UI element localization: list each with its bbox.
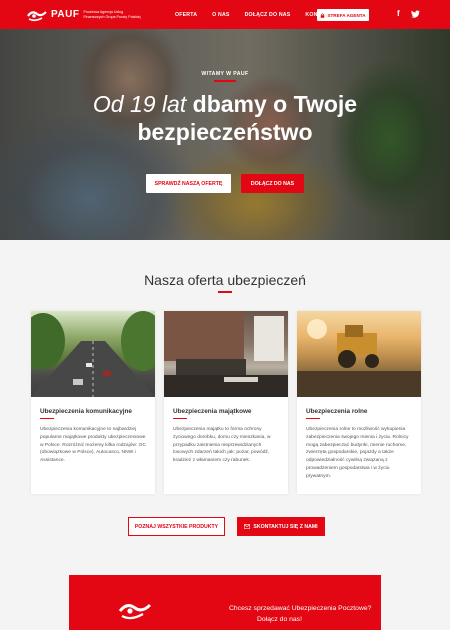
contact-us-label: SKONTAKTUJ SIĘ Z NAMI xyxy=(253,523,318,530)
hero-banner: WITAMY W PAUF Od 19 lat dbamy o Twoje be… xyxy=(0,29,450,240)
card-title-vehicle: Ubezpieczenia komunikacyjne xyxy=(40,408,132,415)
offer-card-agricultural[interactable]: Ubezpieczenia rolne Ubezpieczenia rolne … xyxy=(297,311,421,494)
offer-section-divider xyxy=(218,291,232,293)
top-navbar: PAUF Pocztowa Agencja Usług Finansowych … xyxy=(0,0,450,29)
offer-card-property[interactable]: Ubezpieczenia majątkowe Ubezpieczenia ma… xyxy=(164,311,288,494)
card-title-agricultural: Ubezpieczenia rolne xyxy=(306,408,368,415)
lock-icon xyxy=(321,12,325,18)
offer-card-vehicle[interactable]: Ubezpieczenia komunikacyjne Ubezpieczeni… xyxy=(31,311,155,494)
post-horn-logo-icon xyxy=(118,603,152,620)
offer-section-title: Nasza oferta ubezpieczeń xyxy=(144,272,306,288)
nav-item-oferta[interactable]: OFERTA xyxy=(175,12,197,18)
card-text-agricultural: Ubezpieczenia rolne to możliwość wykupie… xyxy=(306,427,409,479)
logo-name: PAUF xyxy=(51,9,80,20)
hero-divider xyxy=(214,80,236,82)
check-offer-button[interactable]: SPRAWDŹ NASZĄ OFERTĘ xyxy=(146,174,231,193)
nav-item-o-nas[interactable]: O NAS xyxy=(212,12,229,18)
hero-label: WITAMY W PAUF xyxy=(201,71,249,77)
agent-zone-label: STREFA AGENTA xyxy=(327,12,366,18)
agent-zone-button[interactable]: STREFA AGENTA xyxy=(317,9,369,21)
card-text-property: Ubezpieczenia majątku to forma ochrony ż… xyxy=(173,427,271,464)
contact-us-button[interactable]: SKONTAKTUJ SIĘ Z NAMI xyxy=(237,517,325,536)
all-products-button[interactable]: POZNAJ WSZYSTKIE PRODUKTY xyxy=(128,517,225,536)
envelope-icon xyxy=(244,524,251,529)
hero-title: Od 19 lat dbamy o Twoje bezpieczeństwo xyxy=(0,90,450,146)
join-us-button[interactable]: DOŁĄCZ DO NAS xyxy=(241,174,304,193)
card-text-vehicle: Ubezpieczenia komunikacyjne to najbardzi… xyxy=(40,427,146,464)
join-banner-line-2[interactable]: Dołącz do nas! xyxy=(229,614,379,625)
hero-title-italic: Od 19 lat xyxy=(92,91,187,117)
tractor-field-image xyxy=(297,311,421,397)
hero-title-bold-1: dbamy o Twoje xyxy=(192,91,358,117)
road-traffic-image xyxy=(31,311,155,397)
join-banner: Chcesz sprzedawać Ubezpieczenia Pocztowe… xyxy=(69,575,381,630)
join-banner-text: Chcesz sprzedawać Ubezpieczenia Pocztowe… xyxy=(229,603,379,625)
join-banner-line-1: Chcesz sprzedawać Ubezpieczenia Pocztowe… xyxy=(229,605,372,612)
logo[interactable]: PAUF Pocztowa Agencja Usług Finansowych … xyxy=(26,8,143,22)
card-divider xyxy=(306,418,320,420)
card-title-property: Ubezpieczenia majątkowe xyxy=(173,408,252,415)
hero-title-bold-2: bezpieczeństwo xyxy=(137,119,313,145)
facebook-icon[interactable]: f xyxy=(397,9,400,18)
card-divider xyxy=(40,418,54,420)
post-horn-logo-icon xyxy=(27,10,47,21)
living-room-image xyxy=(164,311,288,397)
logo-subtitle: Pocztowa Agencja Usług Finansowych Grupa… xyxy=(83,10,141,19)
card-divider xyxy=(173,418,187,420)
twitter-icon[interactable] xyxy=(411,10,420,18)
main-nav: OFERTA O NAS DOŁĄCZ DO NAS KONTAKT xyxy=(175,0,332,29)
nav-item-dolacz[interactable]: DOŁĄCZ DO NAS xyxy=(245,12,291,18)
